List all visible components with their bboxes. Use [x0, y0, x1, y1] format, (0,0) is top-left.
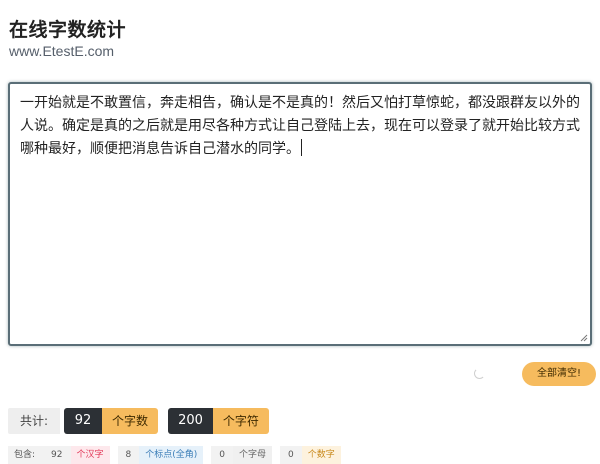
totals-label: 共计:: [8, 408, 61, 434]
digits-count-value: 0: [280, 446, 302, 464]
hanzi-count-unit: 个汉字: [70, 446, 110, 464]
site-url: www.EtestE.com: [9, 43, 115, 59]
letters-count: 0 个字母: [211, 446, 273, 464]
page: 在线字数统计 www.EtestE.com 一开始就是不敢置信，奔走相告，确认是…: [0, 0, 600, 464]
symbol-count-unit: 个字符: [212, 408, 269, 434]
punct-count-value: 8: [117, 446, 140, 464]
char-count-pill: 92 个字数: [64, 408, 159, 434]
symbol-count-value: 200: [168, 408, 213, 434]
digits-count-unit: 个数字: [301, 446, 341, 464]
resize-grip-icon[interactable]: [580, 334, 588, 342]
page-title: 在线字数统计: [9, 19, 127, 41]
digits-count: 0 个数字: [280, 446, 341, 464]
totals-bar: 共计: 92 个字数 200 个字符: [8, 408, 279, 434]
punct-count: 8 个标点(全角): [117, 446, 204, 464]
hanzi-count: 92 个汉字: [43, 446, 110, 464]
punct-count-unit: 个标点(全角): [139, 446, 204, 464]
editor-text: 一开始就是不敢置信，奔走相告，确认是不是真的！然后又怕打草惊蛇，都没跟群友以外的…: [20, 95, 580, 157]
text-input-area[interactable]: 一开始就是不敢置信，奔走相告，确认是不是真的！然后又怕打草惊蛇，都没跟群友以外的…: [8, 82, 592, 346]
clear-all-button[interactable]: 全部清空!: [522, 362, 596, 386]
char-count-value: 92: [64, 408, 103, 434]
symbol-count-pill: 200 个字符: [168, 408, 269, 434]
hanzi-count-value: 92: [43, 446, 71, 464]
letters-count-unit: 个字母: [233, 446, 273, 464]
text-caret: [301, 139, 302, 156]
letters-count-value: 0: [211, 446, 234, 464]
details-label: 包含:: [8, 446, 44, 464]
loading-spinner-icon: [474, 368, 485, 379]
char-count-unit: 个字数: [102, 408, 159, 434]
details-bar: 包含: 92 个汉字 8 个标点(全角) 0 个字母 0 个数字: [8, 446, 349, 464]
